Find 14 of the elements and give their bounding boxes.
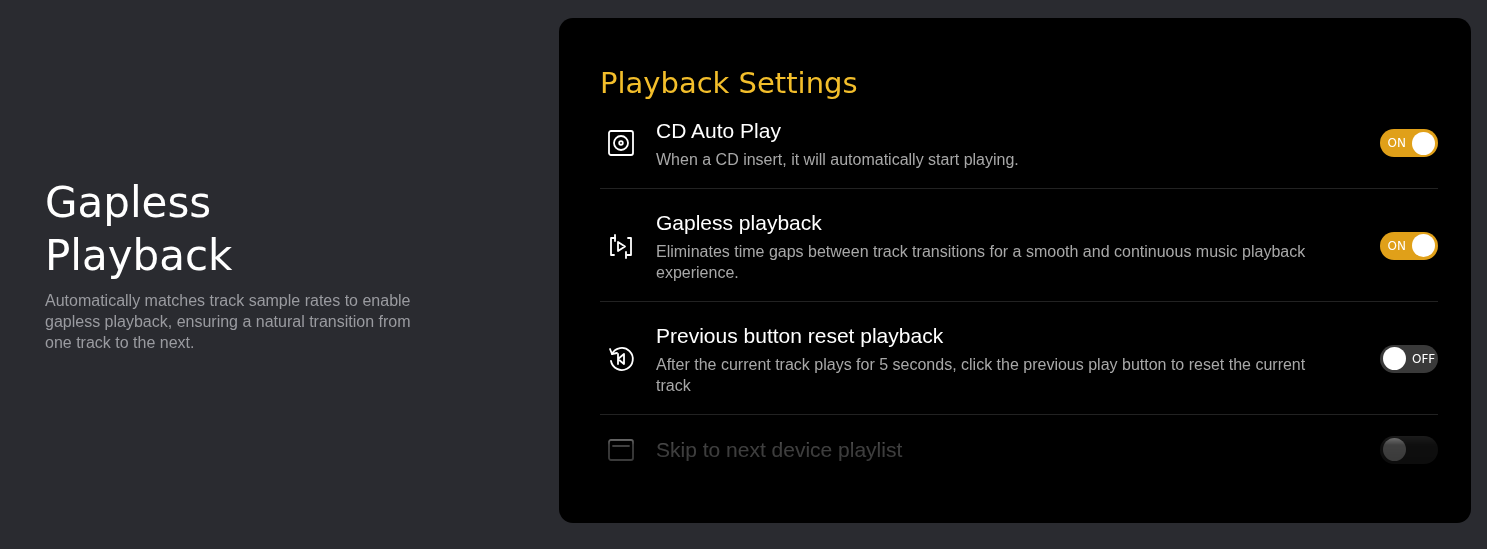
toggle-switch[interactable]: OFF bbox=[1380, 344, 1438, 373]
setting-description: Eliminates time gaps between track transitions for a smooth and continuous music playback experience. bbox=[656, 241, 1307, 283]
panel-title: Playback Settings bbox=[600, 66, 859, 101]
setting-title: CD Auto Play bbox=[656, 117, 782, 144]
section-description: Automatically matches track sample rates to enable gapless playback, ensuring a natural transition from one track to the next. bbox=[45, 291, 412, 353]
toggle-switch[interactable]: ON bbox=[1380, 231, 1438, 260]
setting-title: Gapless playback bbox=[656, 209, 823, 236]
setting-description: After the current track plays for 5 seconds, click the previous play button to reset the current track bbox=[656, 354, 1307, 396]
setting-description: When a CD insert, it will automatically start playing. bbox=[656, 149, 1020, 170]
toggle-switch[interactable]: ON bbox=[1380, 129, 1438, 158]
setting-title: Previous button reset playback bbox=[656, 322, 945, 349]
section-title: Gapless Playback bbox=[45, 177, 234, 282]
toggle-switch[interactable] bbox=[1380, 435, 1438, 464]
setting-title: Skip to next device playlist bbox=[656, 436, 904, 463]
